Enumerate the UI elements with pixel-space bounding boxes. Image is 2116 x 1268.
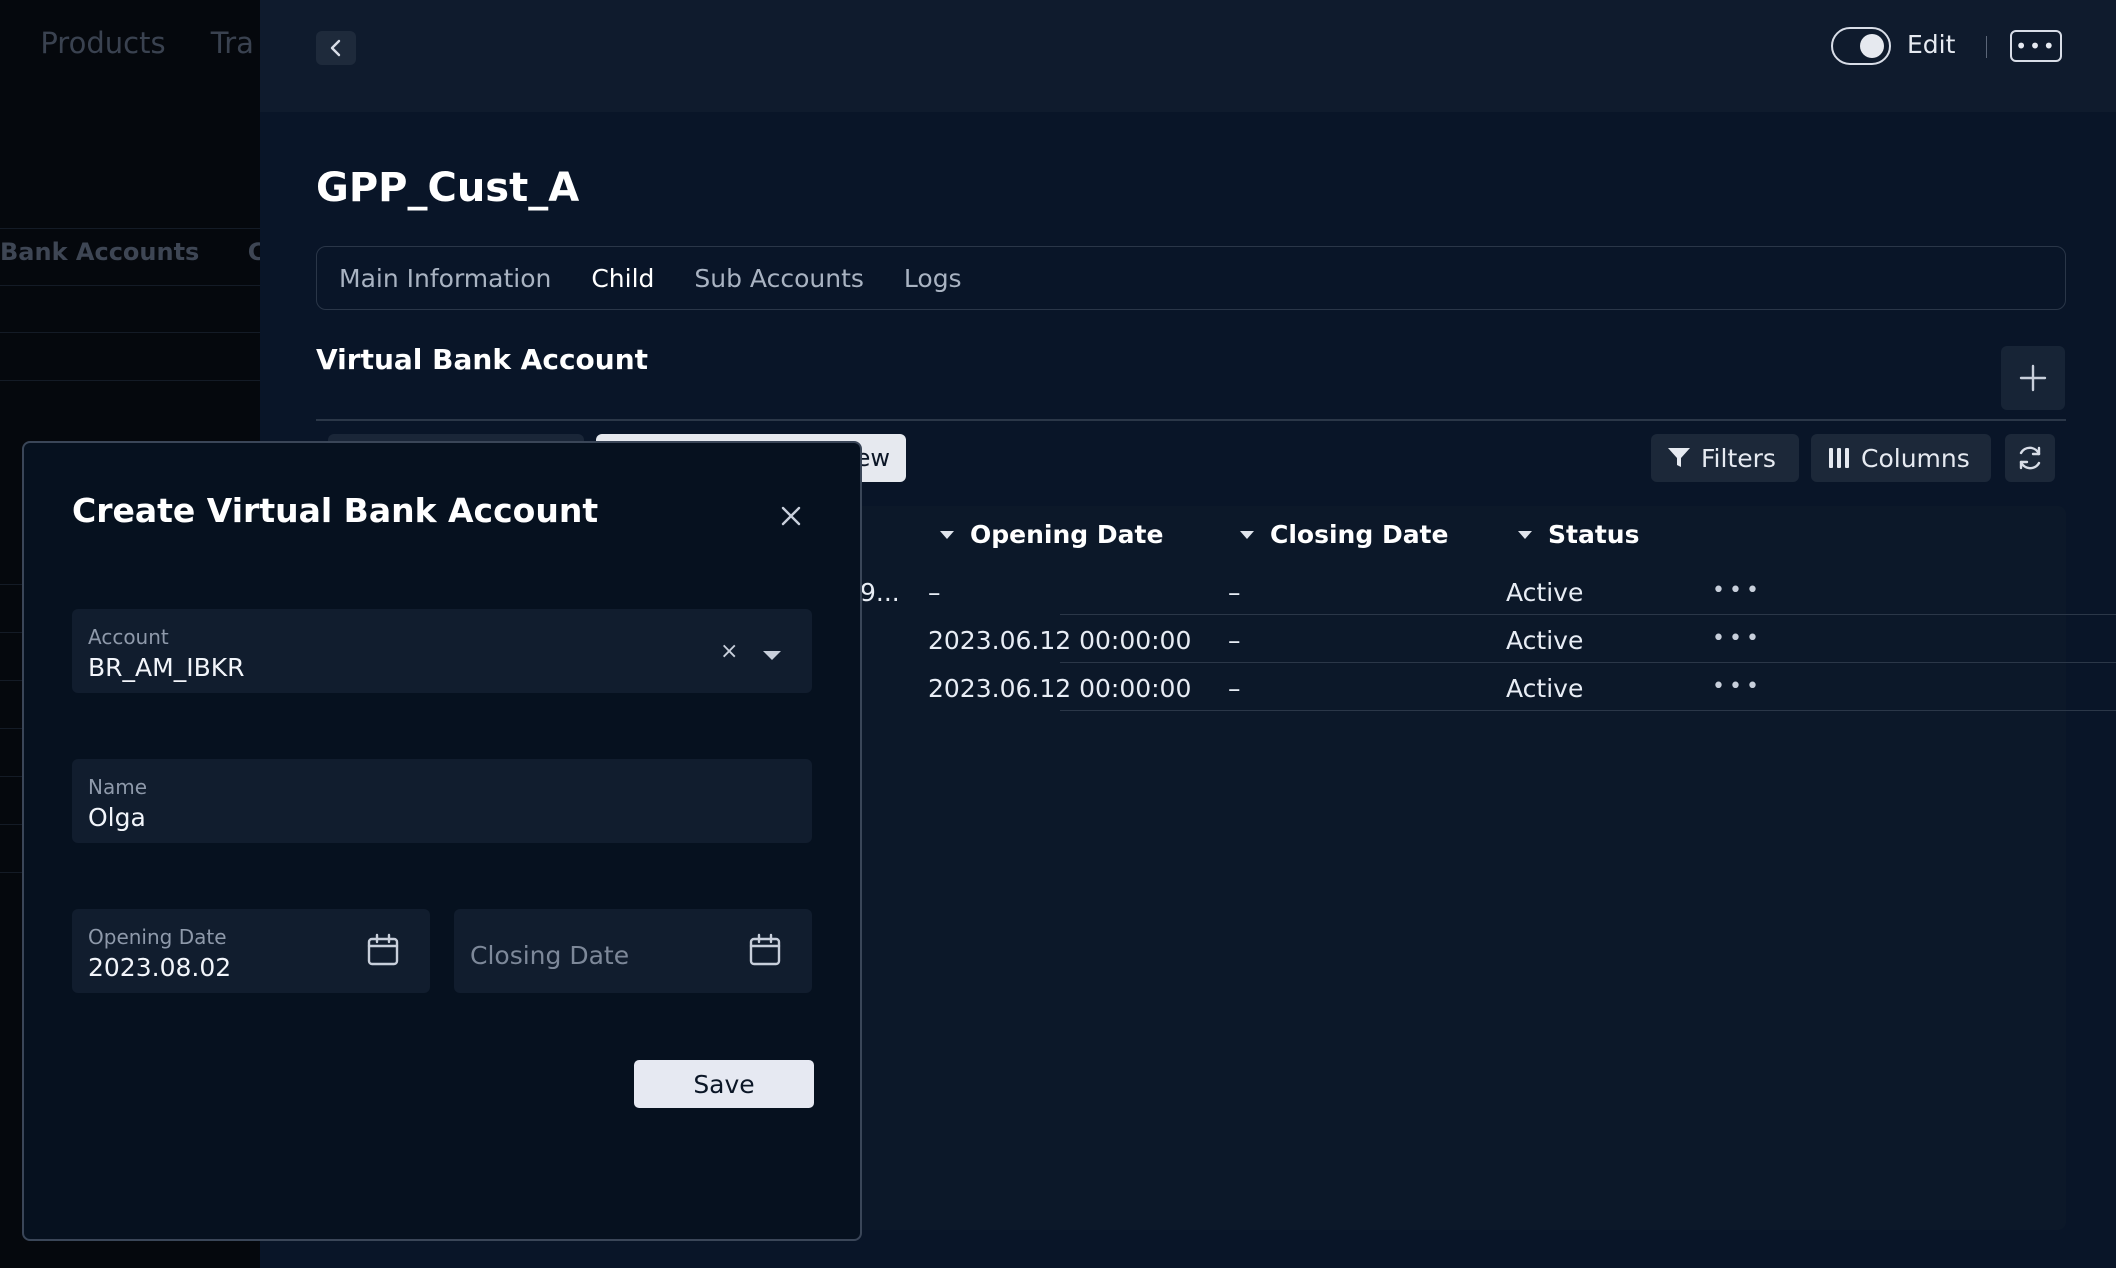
sort-caret-icon[interactable] (940, 530, 954, 539)
table-cell-opening-date: 2023.06.12 00:00:00 (928, 674, 1192, 703)
table-cell-closing-date: – (1228, 674, 1241, 703)
sort-caret-icon[interactable] (1240, 530, 1254, 539)
more-icon: ••• (2015, 34, 2057, 58)
tab-child[interactable]: Child (591, 264, 654, 293)
refresh-button[interactable] (2005, 434, 2055, 482)
edit-label: Edit (1907, 30, 1956, 59)
table-cell-status: Active (1506, 626, 1584, 655)
opening-date-value: 2023.08.02 (88, 953, 232, 982)
column-header-opening-date[interactable]: Opening Date (940, 520, 1163, 549)
filters-label: Filters (1701, 443, 1776, 473)
toggle-knob (1860, 34, 1884, 58)
name-field[interactable]: Name Olga (72, 759, 812, 843)
name-label: Name (88, 775, 148, 799)
divider (0, 228, 260, 229)
table-cell-opening-date: – (928, 578, 941, 607)
sort-caret-icon[interactable] (1518, 530, 1532, 539)
tab-bar: Main Information Child Sub Accounts Logs (316, 246, 2066, 310)
account-select[interactable]: Account BR_AM_IBKR × (72, 609, 812, 693)
header-divider (1986, 36, 1987, 58)
table-cell-status: Active (1506, 674, 1584, 703)
columns-label: Columns (1861, 443, 1970, 473)
opening-date-label: Opening Date (88, 925, 227, 949)
edit-toggle[interactable] (1831, 27, 1891, 65)
row-divider (1060, 662, 2116, 663)
calendar-icon[interactable] (748, 933, 782, 971)
table-cell-status: Active (1506, 578, 1584, 607)
background-sub-nav: Bank Accounts Con (0, 238, 260, 266)
clear-icon[interactable]: × (720, 639, 738, 664)
background-top-nav: s Products Tra (0, 26, 260, 60)
filters-button[interactable]: Filters (1651, 434, 1799, 482)
name-value: Olga (88, 803, 146, 832)
close-icon (781, 506, 801, 526)
create-virtual-bank-account-modal: Create Virtual Bank Account Account BR_A… (22, 441, 862, 1241)
calendar-icon[interactable] (366, 933, 400, 971)
row-actions-button[interactable]: ••• (1712, 626, 1763, 651)
column-header-label: Status (1548, 520, 1640, 549)
bg-nav-item: Tra (210, 26, 254, 60)
back-button[interactable] (316, 31, 356, 65)
refresh-icon (2019, 446, 2041, 470)
bg-nav-item-products: Products (40, 26, 166, 60)
closing-date-placeholder: Closing Date (470, 941, 630, 970)
row-divider (1060, 710, 2116, 711)
modal-title: Create Virtual Bank Account (72, 491, 599, 530)
column-header-label: Closing Date (1270, 520, 1449, 549)
column-header-status[interactable]: Status (1518, 520, 1639, 549)
chevron-down-icon[interactable] (762, 647, 782, 666)
divider (0, 285, 260, 286)
tab-sub-accounts[interactable]: Sub Accounts (694, 264, 864, 293)
table-cell-truncated: 9... (860, 578, 900, 607)
bg-tab-bank-accounts: Bank Accounts (0, 238, 200, 266)
close-button[interactable] (776, 501, 806, 531)
columns-icon (1829, 448, 1849, 468)
tab-logs[interactable]: Logs (904, 264, 962, 293)
column-header-label: Opening Date (970, 520, 1164, 549)
opening-date-field[interactable]: Opening Date 2023.08.02 (72, 909, 430, 993)
bg-tab: Con (247, 238, 260, 266)
panel-header: Edit ••• (260, 0, 2116, 112)
row-actions-button[interactable]: ••• (1712, 578, 1763, 603)
account-value: BR_AM_IBKR (88, 653, 245, 682)
column-header-closing-date[interactable]: Closing Date (1240, 520, 1448, 549)
row-actions-button[interactable]: ••• (1712, 674, 1763, 699)
filter-icon (1668, 448, 1690, 467)
account-label: Account (88, 625, 169, 649)
page-title: GPP_Cust_A (316, 165, 580, 211)
table-cell-opening-date: 2023.06.12 00:00:00 (928, 626, 1192, 655)
divider (0, 332, 260, 333)
save-button[interactable]: Save (634, 1060, 814, 1108)
plus-icon (2019, 364, 2047, 392)
table-cell-closing-date: – (1228, 578, 1241, 607)
closing-date-field[interactable]: Closing Date (454, 909, 812, 993)
columns-button[interactable]: Columns (1811, 434, 1991, 482)
add-button[interactable] (2001, 346, 2065, 410)
tab-main-information[interactable]: Main Information (339, 264, 551, 293)
chevron-left-icon (330, 39, 341, 57)
divider (0, 380, 260, 381)
section-divider (316, 419, 2066, 421)
table-cell-closing-date: – (1228, 626, 1241, 655)
row-divider (1060, 614, 2116, 615)
section-title: Virtual Bank Account (316, 343, 649, 376)
more-options-button[interactable]: ••• (2010, 30, 2062, 62)
